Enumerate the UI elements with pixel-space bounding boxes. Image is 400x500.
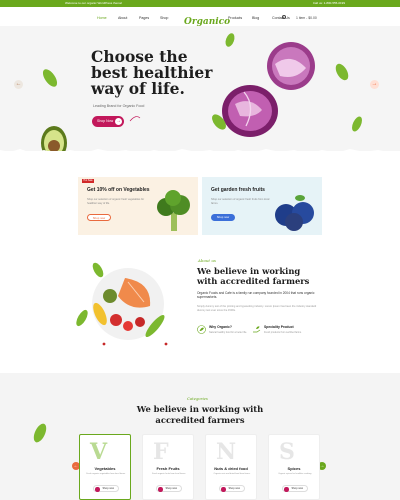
feature-speciality: Speciality Product Fresh products from c… (252, 325, 312, 341)
leaf-decoration (33, 423, 47, 443)
about-lead: Organic Foods and Cafe is a family run c… (197, 291, 315, 300)
nav-contact[interactable]: Contact Us (272, 16, 290, 20)
dot-icon (95, 487, 100, 492)
category-shop-button[interactable]: Shop now (219, 485, 245, 492)
feature-text: Natural healthy food for a better life. (209, 331, 248, 334)
leaf-badge-icon (197, 325, 206, 334)
category-shop-button[interactable]: Shop now (93, 485, 119, 492)
slider-prev-button[interactable]: ← (14, 80, 23, 89)
category-name: Vegetables (94, 466, 116, 471)
promo-card-vegetables: Hot Sale Get 10% off on Vegetables Shop … (78, 177, 198, 235)
main-navigation: Home About Pages Shop Organico Products … (0, 7, 400, 27)
promo-text: Shop our selection of organic fresh frui… (211, 198, 270, 205)
feature-text: Fresh products from certified farms. (264, 331, 302, 334)
cart-summary[interactable]: 1 item - $0.00 (296, 16, 317, 20)
about-body: Simply dummy text of the printing and ty… (197, 305, 317, 312)
broccoli-image (157, 190, 190, 231)
category-letter: S (279, 439, 295, 465)
promo-title: Get 10% off on Vegetables (87, 187, 150, 193)
category-name: Nuts & dried food (214, 466, 248, 471)
categories-title: We believe in working with accredited fa… (136, 404, 264, 425)
about-kicker: About us (198, 258, 216, 263)
category-card-fruits[interactable]: F Fresh Fruits Fresh organic fruits from… (142, 434, 194, 500)
promo-text: Shop our selection of organic fresh vege… (87, 198, 145, 205)
top-announcement-bar: Welcome to our organic WordPress theme! … (0, 0, 400, 7)
hand-leaf-icon (253, 326, 261, 333)
promo-title: Get garden fresh fruits (211, 187, 265, 193)
nav-products[interactable]: Products (228, 16, 242, 20)
category-name: Spices (287, 466, 301, 471)
category-desc: Organic spices for healthier cooking. (278, 473, 312, 475)
category-shop-label: Shop now (291, 487, 303, 490)
category-card-vegetables[interactable]: V Vegetables Fresh organic vegetables fr… (79, 434, 131, 500)
nav-shop[interactable]: Shop (160, 16, 168, 20)
hero-title: Choose the best healthier way of life. (91, 47, 213, 98)
arrow-right-icon: → (115, 118, 122, 125)
category-shop-label: Shop now (102, 487, 114, 490)
search-icon[interactable] (282, 15, 286, 19)
hero-shop-button[interactable]: Shop Now → (92, 116, 124, 127)
category-shop-button[interactable]: Shop now (282, 485, 308, 492)
welcome-text: Welcome to our organic WordPress theme! (65, 1, 123, 5)
categories-kicker: Categories (187, 396, 208, 401)
food-plate-image (76, 262, 168, 346)
category-shop-label: Shop now (228, 487, 240, 490)
slider-next-button[interactable]: → (370, 80, 379, 89)
category-shop-label: Shop now (165, 487, 177, 490)
feature-why-organic: Why Organic? Natural healthy food for a … (197, 325, 257, 341)
cabbage-image (222, 42, 315, 137)
feature-title: Speciality Product (264, 325, 294, 329)
promo-shop-button[interactable]: Shop now (87, 214, 111, 221)
hero-shop-label: Shop Now (97, 119, 114, 123)
category-name: Fresh Fruits (156, 466, 180, 471)
nav-blog[interactable]: Blog (252, 16, 259, 20)
categories-section (0, 373, 400, 500)
dot-icon (221, 487, 226, 492)
promo-card-fruits: Get garden fresh fruits Shop our selecti… (202, 177, 322, 235)
blueberries-image (275, 195, 314, 231)
hero-subtitle: Leading Brand for Organic Food (93, 104, 145, 108)
contact-text: Call us: 1-800-555-0199 (312, 1, 345, 5)
category-letter: V (90, 439, 108, 465)
category-letter: F (153, 439, 169, 465)
dot-icon (284, 487, 289, 492)
category-card-spices[interactable]: S Spices Organic spices for healthier co… (268, 434, 320, 500)
nav-about[interactable]: About (118, 16, 127, 20)
nav-home[interactable]: Home (97, 16, 107, 20)
category-card-nuts[interactable]: N Nuts & dried food Organic nuts and dri… (205, 434, 257, 500)
promo-shop-button[interactable]: Shop now (211, 214, 235, 221)
category-desc: Fresh organic fruits from local farms. (152, 473, 186, 475)
dot-icon (158, 487, 163, 492)
torn-paper-edge (0, 149, 400, 158)
feature-title: Why Organic? (209, 325, 232, 329)
nav-pages[interactable]: Pages (139, 16, 149, 20)
sale-badge: Hot Sale (82, 179, 94, 183)
category-desc: Organic nuts and dried food from farms. (213, 473, 251, 475)
category-letter: N (216, 439, 237, 465)
about-title: We believe in working with accredited fa… (197, 266, 310, 286)
category-shop-button[interactable]: Shop now (156, 485, 182, 492)
category-desc: Fresh organic vegetables from local farm… (86, 473, 126, 475)
